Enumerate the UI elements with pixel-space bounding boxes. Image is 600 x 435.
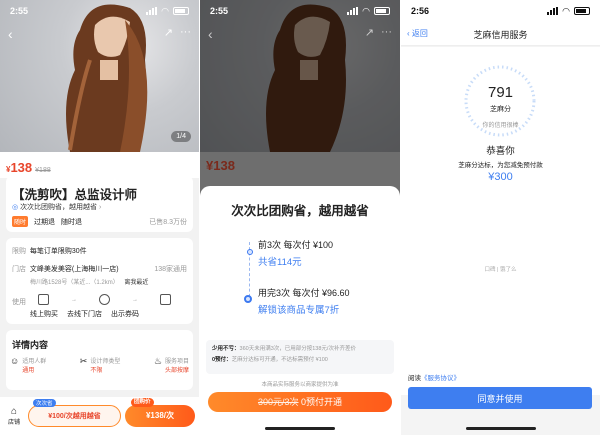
details-card: 详情内容 ☺ 适用人群 通用 ✂ 设计师类型 不限 ♨ 服务项目 头部按摩 [6, 330, 193, 390]
eleme-logo-icon: 饿了么 [500, 267, 517, 273]
designer-icon: ✂ [79, 356, 88, 366]
status-bar: 2:55 ◠ [0, 0, 199, 22]
battery-icon [374, 7, 390, 15]
partner-logos: 口碑 | 饿了么 [484, 267, 517, 273]
home-indicator [465, 427, 536, 430]
step-one: 前3次 每次付 ¥100 共省114元 [258, 240, 334, 268]
open-membership-button[interactable]: 300元/3次 0预付开通 [208, 392, 392, 412]
rule-1: 少用不亏：360天未用满3次，已用部分按138元/次补齐差价 [212, 346, 356, 352]
original-price: ¥188 [35, 167, 51, 174]
score-value: 791 [487, 84, 514, 101]
score-label: 芝麻分 [490, 106, 511, 113]
step-show: 出示券码 [111, 311, 139, 318]
agree-button[interactable]: 同意并使用 [408, 387, 592, 409]
screen-membership-sheet: ¥138 2:55 ◠ ‹ ↗ ··· 次次比团购省，越用越省 前3次 每次付 … [200, 0, 400, 435]
status-time: 2:55 [10, 6, 29, 16]
signal-icon [547, 7, 559, 15]
hero-image-dimmed [200, 0, 400, 152]
score-desc: 你的信用很棒 [482, 123, 519, 129]
store-name: 文峰美发美容(上海梅川一店) [29, 266, 119, 273]
details-title: 详情内容 [12, 340, 49, 350]
status-bar: 2:56 ◠ [401, 0, 600, 22]
reduction-amount: ¥300 [488, 171, 513, 183]
dimmed-price: ¥138 [206, 158, 235, 173]
share-icon[interactable]: ↗ [164, 26, 173, 39]
more-icon[interactable]: ··· [180, 26, 191, 38]
limit-row: 限购 每笔订单限购30件 [12, 248, 87, 255]
store-icon [99, 294, 110, 305]
product-title: 【洗剪吹】总监设计师 [12, 188, 138, 202]
status-time: 2:56 [411, 6, 430, 16]
shop-icon: ⌂ [10, 406, 18, 417]
wifi-icon: ◠ [562, 5, 570, 16]
agreement-link[interactable]: 《服务协议》 [421, 375, 460, 382]
store-count[interactable]: 138家通用 [154, 264, 187, 274]
group-line: ◎ 次次比团购省，越用越省 › [12, 204, 102, 211]
reduction-text: 芝麻分达标，为您减免预付款 [458, 162, 543, 169]
home-indicator [265, 427, 335, 430]
info-card: 限购 每笔订单限购30件 门店 文峰美发美容(上海梅川一店) 138家通用 梅川… [6, 238, 193, 324]
status-time: 2:55 [210, 6, 229, 16]
signal-icon [347, 7, 359, 15]
product-info-card: 【洗剪吹】总监设计师 ◎ 次次比团购省，越用越省 › 随时 过期退 随时退 已售… [6, 176, 193, 232]
battery-icon [574, 7, 590, 15]
content-panel: 791 芝麻分 你的信用很棒 恭喜你 芝麻分达标，为您减免预付款 ¥300 口碑… [401, 47, 600, 395]
share-icon[interactable]: ↗ [365, 26, 374, 39]
group-buy-button[interactable]: 团购价 ¥138/次 [125, 398, 195, 427]
member-tag: 次次省 [33, 399, 56, 407]
hero-image: ‹ ↗ ··· 1/4 [0, 0, 199, 152]
step-buy: 线上购买 [30, 311, 58, 318]
detail-designer: ✂ 设计师类型 不限 [79, 356, 121, 374]
nav-bar: ‹ 返回 芝麻信用服务 [401, 22, 600, 46]
detail-audience: ☺ 适用人群 通用 [10, 356, 47, 374]
wifi-icon: ◠ [161, 5, 169, 16]
rules-box: 少用不亏：360天未用满3次，已用部分按138元/次补齐差价 0预付：芝麻分达标… [206, 340, 394, 374]
tags-row: 随时 过期退 随时退 已售8.3万份 [12, 216, 187, 227]
wifi-icon: ◠ [362, 5, 370, 16]
group-tag: 团购价 [131, 398, 154, 407]
image-page-indicator: 1/4 [171, 131, 191, 142]
anytime-refund: 随时退 [61, 218, 83, 226]
koubei-logo-icon: 口碑 [484, 267, 496, 273]
bottom-sheet: 次次比团购省，越用越省 前3次 每次付 ¥100 共省114元 用完3次 每次付… [200, 186, 400, 435]
sheet-title: 次次比团购省，越用越省 [231, 204, 369, 218]
screen-product-detail: ‹ ↗ ··· 1/4 2:55 ◠ ¥138 ¥188 【洗剪吹】总监设计师 ◎… [0, 0, 199, 435]
cart-icon [38, 294, 49, 305]
nav-title: 芝麻信用服务 [473, 30, 528, 40]
rule-2: 0预付：芝麻分达标可开通，不达标需预付 ¥100 [212, 357, 328, 363]
store-address: 梅川路1528号（某近...（1.2km） 离我最近 [30, 280, 149, 286]
store-tab[interactable]: ⌂ 店铺 [4, 406, 24, 426]
more-icon[interactable]: ··· [381, 26, 392, 38]
bottom-action-bar: ⌂ 店铺 次次省 ¥100/次越用越省 团购价 ¥138/次 [0, 397, 199, 435]
person-icon: ☺ [10, 356, 20, 366]
qrcode-icon [160, 294, 171, 305]
back-arrow-icon[interactable]: ‹ [8, 26, 13, 42]
price-strip: ¥138 ¥188 [0, 152, 199, 178]
battery-icon [173, 7, 189, 15]
expire-refund: 过期退 [34, 218, 56, 226]
congrats-text: 恭喜你 [486, 146, 515, 157]
model-photo [66, 4, 148, 152]
back-arrow-icon[interactable]: ‹ [208, 26, 213, 42]
price: ¥138 ¥188 [6, 160, 51, 175]
agreement-row: 阅读《服务协议》 [408, 375, 460, 382]
sold-count: 已售8.3万份 [149, 218, 187, 226]
model-photo [266, 4, 346, 152]
timeline-dot-1 [245, 242, 253, 260]
screen-sesame-credit: 2:56 ◠ ‹ 返回 芝麻信用服务 791 芝麻分 你的信用很棒 恭喜你 芝麻… [401, 0, 600, 435]
massage-icon: ♨ [153, 356, 162, 366]
step-two: 用完3次 每次付 ¥96.60 解锁该商品专属7折 [258, 288, 350, 316]
detail-service: ♨ 服务项目 头部按摩 [153, 356, 189, 374]
member-price-button[interactable]: 次次省 ¥100/次越用越省 [28, 399, 121, 427]
step-store: 去线下门店 [67, 311, 102, 318]
status-bar: 2:55 ◠ [200, 0, 400, 22]
store-row[interactable]: 门店 文峰美发美容(上海梅川一店) 138家通用 梅川路1528号（某近...（… [12, 264, 187, 286]
signal-icon [146, 7, 158, 15]
service-note: 本商品实际服务以商家提供为准 [261, 382, 339, 388]
badge-tag: 随时 [12, 216, 29, 227]
timeline-dot-2 [244, 290, 252, 308]
